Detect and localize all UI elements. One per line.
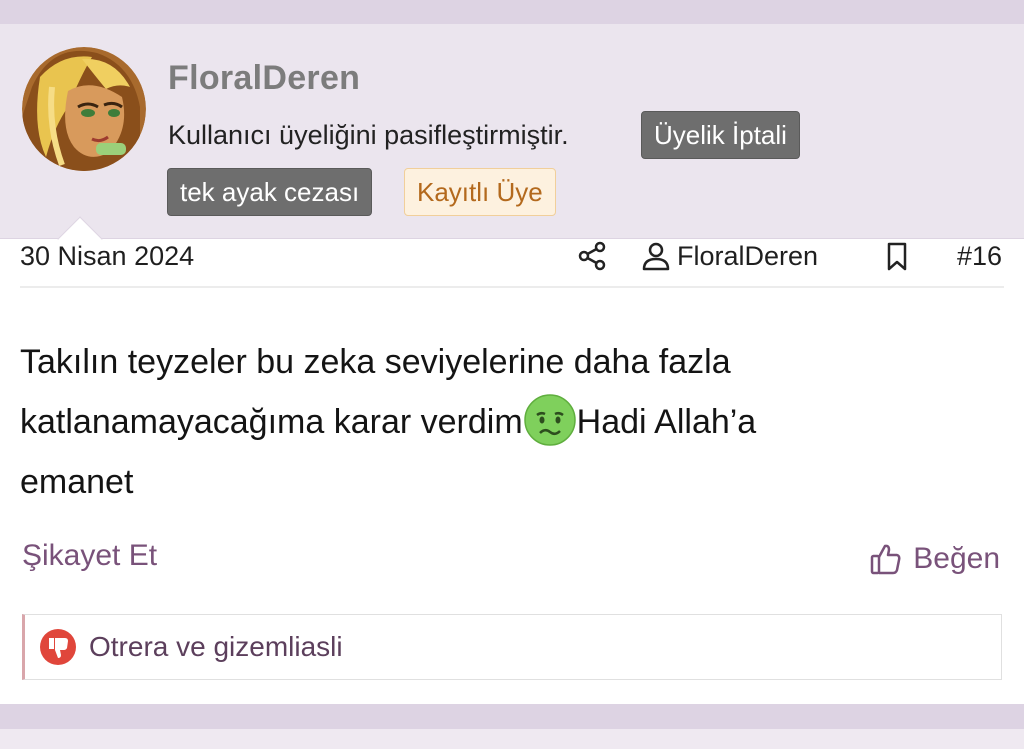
dislike-icon — [39, 628, 77, 666]
post-date[interactable]: 30 Nisan 2024 — [20, 241, 194, 272]
report-link[interactable]: Şikayet Et — [22, 539, 157, 573]
penalty-badge: tek ayak cezası — [167, 168, 373, 216]
bookmark-icon[interactable] — [881, 240, 913, 272]
post-message: Takılın teyzeler bu zeka seviyelerine da… — [20, 332, 980, 512]
registered-member-badge: Kayıtlı Üye — [404, 168, 556, 216]
cartoon-girl-avatar-icon — [22, 47, 146, 171]
post-number-link[interactable]: #16 — [957, 241, 1002, 272]
membership-status-text: Kullanıcı üyeliğini pasifleştirmiştir. — [168, 120, 569, 150]
post-container: FloralDeren Kullanıcı üyeliğini pasifleş… — [0, 24, 1024, 704]
message-line: katlanamayacağıma karar verdim Hadi Alla… — [20, 392, 980, 452]
post-author-link[interactable]: FloralDeren — [677, 241, 818, 272]
like-button[interactable]: Beğen — [869, 537, 1000, 581]
message-line: emanet — [20, 463, 134, 501]
like-label: Beğen — [913, 542, 1000, 575]
page-top-strip — [0, 0, 1024, 24]
avatar[interactable] — [22, 47, 146, 171]
username[interactable]: FloralDeren — [168, 59, 360, 98]
page-bottom-strip — [0, 712, 1024, 749]
author-header: FloralDeren Kullanıcı üyeliğini pasifleş… — [0, 24, 1024, 262]
membership-cancelled-badge: Üyelik İptali — [641, 111, 800, 159]
message-line: Takılın teyzeler bu zeka seviyelerine da… — [20, 343, 731, 381]
share-icon[interactable] — [576, 240, 608, 272]
user-icon[interactable] — [640, 240, 672, 272]
nauseated-face-icon — [523, 393, 577, 447]
reactions-bar[interactable]: Otrera ve gizemliasli — [22, 614, 1002, 680]
message-text: Hadi Allah’a — [576, 403, 757, 441]
message-text: katlanamayacağıma karar verdim — [20, 403, 523, 441]
next-post-edge — [0, 729, 1024, 749]
post-meta-row: 30 Nisan 2024 FloralDeren #16 — [20, 238, 1004, 288]
reactions-users[interactable]: Otrera ve gizemliasli — [89, 631, 343, 663]
thumbs-up-icon — [869, 542, 903, 576]
